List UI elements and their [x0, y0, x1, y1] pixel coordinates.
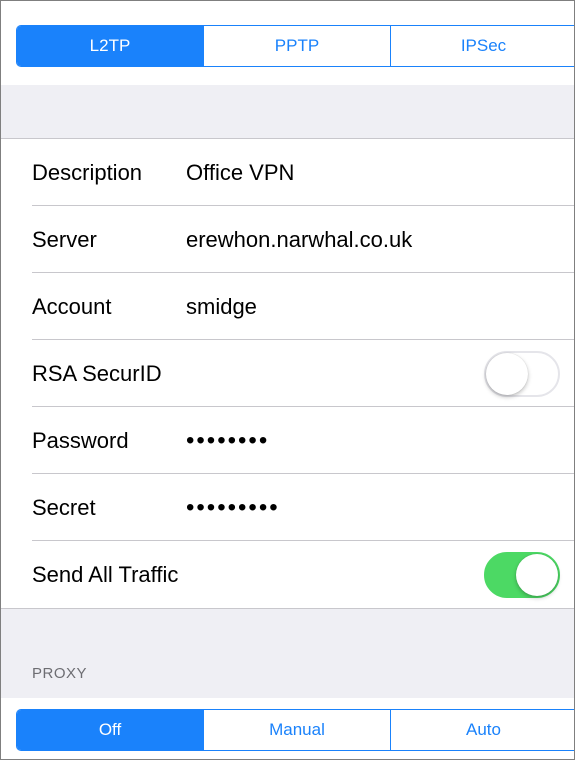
tab-pptp[interactable]: PPTP — [204, 26, 391, 66]
proxy-section-background — [1, 609, 574, 698]
proxy-segment-area: Off Manual Auto — [1, 698, 574, 759]
description-row[interactable]: Description Office VPN — [1, 139, 574, 206]
rsa-securid-label: RSA SecurID — [32, 361, 162, 386]
toggle-knob — [516, 554, 558, 596]
proxy-segmented-control: Off Manual Auto — [16, 709, 574, 751]
vpn-type-segmented-control: L2TP PPTP IPSec — [16, 25, 574, 67]
server-field[interactable]: erewhon.narwhal.co.uk — [186, 206, 412, 273]
password-field[interactable]: •••••••• — [186, 407, 269, 474]
tab-proxy-off[interactable]: Off — [17, 710, 204, 750]
tab-proxy-manual[interactable]: Manual — [204, 710, 391, 750]
server-label: Server — [32, 227, 97, 252]
description-field[interactable]: Office VPN — [186, 139, 294, 206]
password-row[interactable]: Password •••••••• — [1, 407, 574, 474]
vpn-type-segment-area: L2TP PPTP IPSec — [1, 1, 574, 85]
vpn-settings-screen: L2TP PPTP IPSec Description Office VPN S… — [0, 0, 575, 760]
vpn-settings-list: Description Office VPN Server erewhon.na… — [1, 138, 574, 609]
tab-proxy-auto[interactable]: Auto — [391, 710, 574, 750]
account-label: Account — [32, 294, 112, 319]
tab-ipsec[interactable]: IPSec — [391, 26, 574, 66]
secret-label: Secret — [32, 495, 96, 520]
description-label: Description — [32, 160, 143, 185]
password-label: Password — [32, 428, 129, 453]
tab-l2tp[interactable]: L2TP — [17, 26, 204, 66]
account-row[interactable]: Account smidge — [1, 273, 574, 340]
section-spacer — [1, 85, 574, 138]
secret-field[interactable]: ••••••••• — [186, 474, 280, 541]
toggle-knob — [486, 353, 528, 395]
send-all-traffic-row: Send All Traffic — [1, 541, 574, 608]
account-field[interactable]: smidge — [186, 273, 257, 340]
secret-row[interactable]: Secret ••••••••• — [1, 474, 574, 541]
send-all-traffic-toggle[interactable] — [484, 552, 560, 598]
server-row[interactable]: Server erewhon.narwhal.co.uk — [1, 206, 574, 273]
rsa-securid-toggle[interactable] — [484, 351, 560, 397]
rsa-securid-row: RSA SecurID — [1, 340, 574, 407]
proxy-section-header: PROXY — [32, 665, 88, 682]
send-all-traffic-label: Send All Traffic — [32, 562, 179, 587]
